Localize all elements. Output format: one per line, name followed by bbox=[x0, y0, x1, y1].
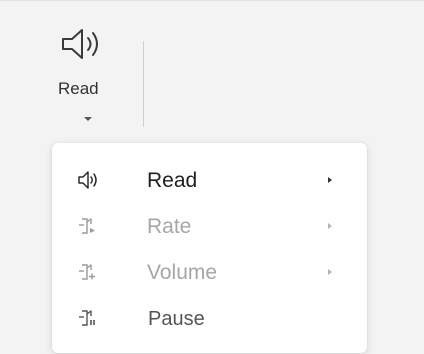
menu-item-read[interactable]: Read bbox=[52, 157, 367, 203]
submenu-arrow-icon bbox=[328, 177, 332, 183]
menu-item-label: Pause bbox=[148, 308, 205, 330]
volume-icon bbox=[76, 260, 100, 284]
app-window: Read Read Rate Volume Pause bbox=[0, 0, 424, 354]
pause-icon bbox=[76, 306, 100, 330]
read-dropdown-menu: Read Rate Volume Pause bbox=[52, 143, 367, 353]
menu-item-rate[interactable]: Rate bbox=[52, 203, 367, 249]
submenu-arrow-icon bbox=[328, 269, 332, 275]
caret-down-icon[interactable] bbox=[84, 117, 92, 121]
menu-item-volume[interactable]: Volume bbox=[52, 249, 367, 295]
ribbon-separator bbox=[143, 41, 144, 127]
submenu-arrow-icon bbox=[328, 223, 332, 229]
ribbon-toolbar: Read bbox=[0, 1, 424, 141]
speaker-icon bbox=[76, 168, 100, 192]
menu-item-label: Read bbox=[147, 169, 198, 192]
read-aloud-button[interactable]: Read bbox=[50, 11, 120, 129]
menu-item-label: Volume bbox=[147, 261, 218, 284]
speaker-icon bbox=[60, 27, 108, 61]
read-button-label: Read bbox=[58, 79, 99, 98]
menu-item-label: Rate bbox=[147, 215, 192, 238]
menu-item-pause[interactable]: Pause bbox=[52, 295, 367, 341]
rate-icon bbox=[76, 214, 100, 238]
